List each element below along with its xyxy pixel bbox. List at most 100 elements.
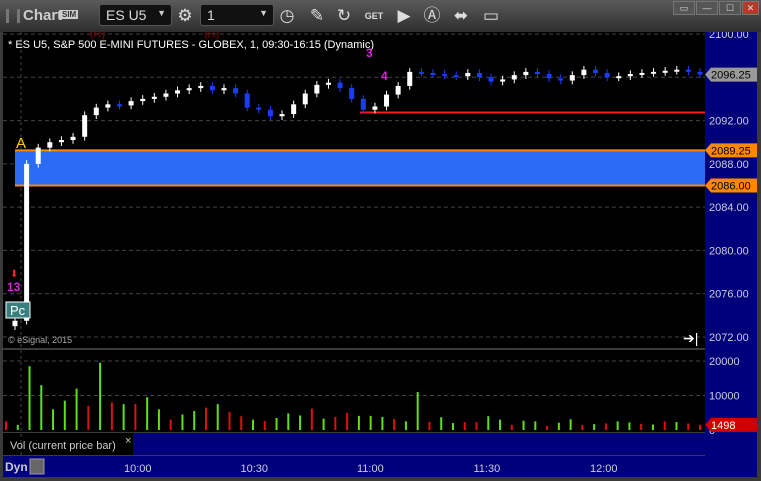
- candle-body: [546, 74, 552, 79]
- candle-body: [488, 77, 494, 82]
- candle-body: [198, 85, 204, 89]
- candle-body: [639, 72, 645, 75]
- volume-legend-fill: [133, 433, 705, 455]
- close-icon[interactable]: ✕: [742, 1, 759, 15]
- candle-body: [685, 69, 691, 72]
- candle-body: [674, 69, 680, 72]
- price-tick-label: 2080.00: [709, 245, 749, 257]
- candle-body: [523, 71, 529, 76]
- candle-body: [616, 76, 622, 79]
- volume-label: Vol (current price bar): [10, 440, 116, 452]
- refresh-icon[interactable]: ↻: [333, 5, 355, 27]
- title-bar: Chart SIM ES U5 ▼ ⚙ 1 ▼ ◷ ✎ ↻ GET ▶ Ⓐ ⬌ ▭ …: [0, 0, 761, 32]
- candle-body: [569, 75, 575, 81]
- candle-body: [128, 101, 134, 106]
- candle-body: [175, 90, 181, 94]
- get-icon[interactable]: GET: [363, 5, 385, 27]
- candle-body: [360, 98, 366, 110]
- maximize-icon[interactable]: ☐: [719, 1, 741, 15]
- candle-body: [418, 71, 424, 74]
- candle-body: [221, 88, 227, 91]
- candle-body: [151, 96, 157, 99]
- time-label: 10:30: [241, 463, 269, 475]
- candle-body: [116, 104, 122, 107]
- candle-body: [511, 75, 517, 80]
- highlight-zone: [15, 150, 705, 186]
- candle-body: [500, 79, 506, 82]
- candle-body: [662, 70, 668, 73]
- marker-r2: (R): [204, 32, 219, 40]
- drag-grip-icon[interactable]: [6, 9, 20, 23]
- candle-body: [302, 93, 308, 105]
- candle-body: [70, 136, 76, 141]
- candle-body: [581, 69, 587, 76]
- candle-body: [279, 114, 285, 117]
- comment-icon[interactable]: ▭: [480, 5, 502, 27]
- pencil-icon[interactable]: ✎: [306, 5, 328, 27]
- close-study-icon[interactable]: ×: [125, 435, 131, 447]
- candle-body: [430, 72, 436, 75]
- lock-icon[interactable]: [29, 458, 45, 475]
- candle-body: [82, 115, 88, 137]
- candle-body: [604, 72, 610, 78]
- dyn-label[interactable]: Dyn: [5, 460, 28, 474]
- link-icon[interactable]: ⬌: [450, 5, 472, 27]
- symbol-select[interactable]: ES U5 ▼: [99, 4, 172, 26]
- price-tick-label: 2072.00: [709, 332, 749, 344]
- last-volume-label: 1498: [711, 420, 735, 432]
- candle-body: [47, 142, 53, 148]
- candle-body: [534, 71, 540, 75]
- time-label: 11:30: [474, 463, 501, 475]
- time-label: 10:00: [124, 463, 152, 475]
- marker-4: 4: [381, 69, 388, 83]
- candle-body: [186, 88, 192, 91]
- candle-body: [476, 72, 482, 78]
- volume-tick-label: 10000: [709, 391, 740, 403]
- down-arrow-icon: ⬇: [10, 269, 18, 280]
- candle-body: [453, 75, 459, 78]
- candle-body: [12, 320, 18, 327]
- candle-body: [163, 93, 169, 97]
- price-tick-label: 2100.00: [709, 32, 749, 41]
- clock-icon[interactable]: ◷: [276, 5, 298, 27]
- play-icon[interactable]: ▶: [393, 5, 415, 27]
- volume-tick-label: 20000: [709, 356, 740, 368]
- candle-body: [291, 104, 297, 115]
- pc-label: Pc: [10, 303, 26, 318]
- candle-body: [140, 98, 146, 102]
- price-tick-label: 2076.00: [709, 289, 749, 301]
- candle-body: [35, 147, 41, 164]
- candle-body: [384, 94, 390, 107]
- price-tick-label: 2084.00: [709, 202, 749, 214]
- copyright: © eSignal, 2015: [8, 335, 72, 345]
- candle-body: [593, 69, 599, 73]
- candle-body: [105, 104, 111, 108]
- chevron-down-icon: ▼: [259, 8, 268, 18]
- marker-a: A: [16, 135, 26, 152]
- marker-13: 13: [7, 280, 21, 294]
- time-label: 12:00: [590, 463, 618, 475]
- candle-body: [256, 107, 262, 110]
- candle-body: [627, 74, 633, 77]
- chart-area[interactable]: 2100.00 2092.00 2088.00 2084.00 2080.00 2076.…: [0, 32, 761, 481]
- scroll-to-end-icon[interactable]: ➔|: [683, 330, 698, 346]
- price-pane[interactable]: [3, 32, 705, 348]
- symbol-value: ES U5: [106, 7, 147, 23]
- candle-body: [651, 71, 657, 74]
- restore-icon[interactable]: ▭: [673, 1, 695, 15]
- candle-body: [24, 163, 30, 321]
- marker-3: 3: [366, 46, 373, 60]
- price-tick-label: 2088.00: [709, 159, 749, 171]
- volume-pane[interactable]: [3, 350, 705, 432]
- candle-body: [244, 93, 250, 108]
- candle-body: [372, 106, 378, 110]
- minimize-icon[interactable]: —: [696, 1, 718, 15]
- candle-body: [349, 88, 355, 99]
- candle-body: [314, 84, 320, 94]
- price-tick-label: 2092.00: [709, 116, 749, 128]
- candle-body: [58, 140, 64, 143]
- alert-icon[interactable]: Ⓐ: [421, 5, 443, 27]
- settings-gear-icon[interactable]: ⚙: [174, 5, 196, 27]
- candle-body: [395, 85, 401, 95]
- interval-select[interactable]: 1 ▼: [200, 4, 274, 26]
